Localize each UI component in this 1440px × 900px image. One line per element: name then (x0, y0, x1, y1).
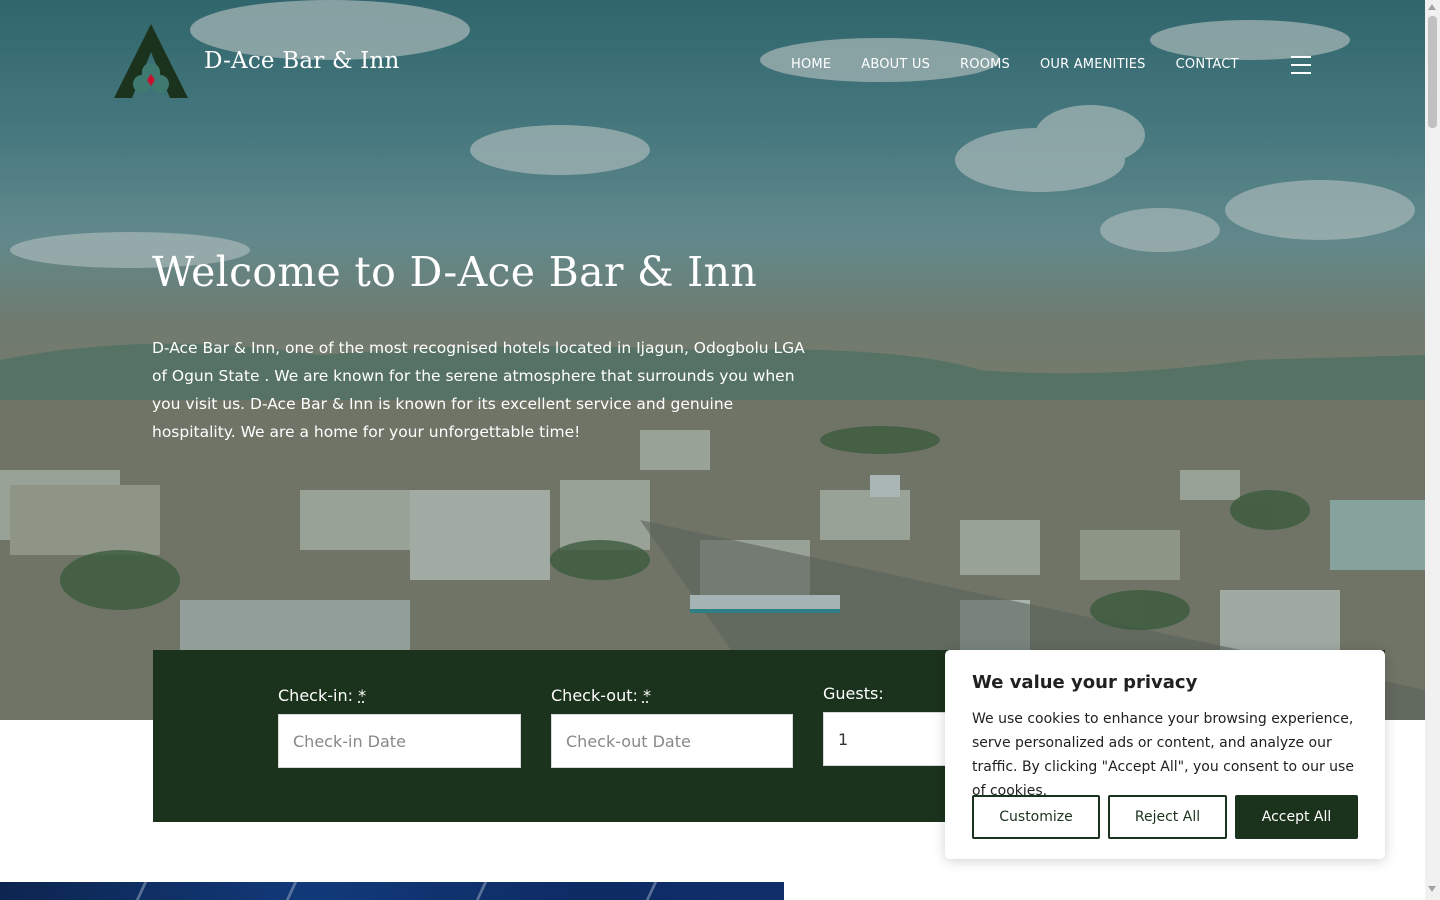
hero-description: D-Ace Bar & Inn, one of the most recogni… (152, 339, 805, 441)
cookie-consent-banner: We value your privacy We use cookies to … (945, 650, 1385, 859)
guests-label: Guests: (823, 684, 884, 703)
customize-button[interactable]: Customize (972, 795, 1100, 839)
guests-input[interactable]: 1 (823, 712, 953, 766)
scrollbar-thumb[interactable] (1428, 16, 1437, 128)
checkout-date-input[interactable]: Check-out Date (551, 714, 793, 768)
checkin-placeholder: Check-in Date (293, 731, 406, 751)
nav-home[interactable]: HOME (791, 57, 831, 72)
required-mark: * (358, 686, 367, 705)
nav-contact[interactable]: CONTACT (1176, 57, 1239, 72)
main-nav: HOME ABOUT US ROOMS OUR AMENITIES CONTAC… (791, 57, 1239, 72)
checkout-placeholder: Check-out Date (566, 731, 691, 751)
required-mark: * (642, 686, 651, 705)
nav-our-amenities[interactable]: OUR AMENITIES (1040, 57, 1146, 72)
section-image-preview (0, 882, 784, 900)
logo-mark[interactable] (112, 24, 190, 100)
checkout-label: Check-out: * (551, 686, 651, 705)
cookie-title: We value your privacy (972, 672, 1198, 693)
page-scrollbar[interactable] (1425, 0, 1440, 900)
checkin-label: Check-in: * (278, 686, 367, 705)
reject-all-button[interactable]: Reject All (1108, 795, 1227, 839)
site-title[interactable]: D-Ace Bar & Inn (204, 48, 399, 74)
nav-about-us[interactable]: ABOUT US (861, 57, 930, 72)
guests-value: 1 (838, 729, 849, 749)
checkin-date-input[interactable]: Check-in Date (278, 714, 521, 768)
scroll-up-arrow-icon[interactable] (1428, 4, 1436, 10)
scroll-down-arrow-icon[interactable] (1428, 886, 1436, 892)
hero-title: Welcome to D-Ace Bar & Inn (152, 248, 758, 296)
hamburger-menu-icon[interactable] (1291, 56, 1311, 74)
nav-rooms[interactable]: ROOMS (960, 57, 1010, 72)
cookie-description: We use cookies to enhance your browsing … (972, 711, 1354, 799)
accept-all-button[interactable]: Accept All (1235, 795, 1358, 839)
